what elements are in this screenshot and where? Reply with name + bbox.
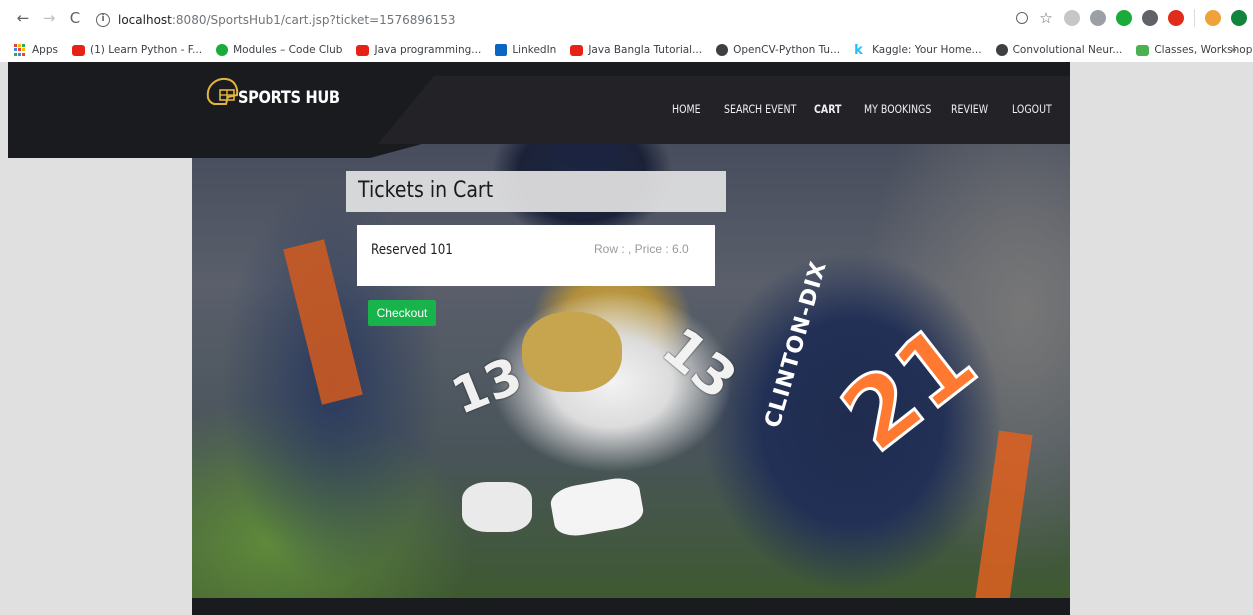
toolbar-divider — [1194, 9, 1195, 27]
bookmark-code-club[interactable]: Modules – Code Club — [216, 44, 342, 56]
extensions-area: ☆ — [1006, 9, 1247, 27]
extension-icon[interactable] — [1168, 10, 1184, 26]
classes-icon — [1136, 44, 1150, 56]
globe-icon — [995, 44, 1008, 56]
site-header: SPORTS HUB HOME SEARCH EVENT CART MY BOO… — [8, 62, 1070, 158]
bookmarks-bar: Apps (1) Learn Python - F... Modules – C… — [0, 38, 1253, 62]
page-title: Tickets in Cart — [358, 178, 494, 203]
linkedin-icon — [495, 44, 508, 56]
bookmark-java-bangla[interactable]: Java Bangla Tutorial... — [570, 44, 702, 56]
bookmark-label: OpenCV-Python Tu... — [733, 44, 841, 56]
bookmark-label: Apps — [32, 44, 58, 56]
youtube-icon — [71, 44, 85, 56]
globe-icon — [716, 44, 729, 56]
extension-icon[interactable] — [1064, 10, 1080, 26]
jersey-number: 21 — [820, 301, 997, 475]
site-info-icon[interactable]: i — [96, 13, 110, 27]
bookmark-java-programming[interactable]: Java programming... — [356, 44, 481, 56]
kaggle-icon: k — [854, 42, 863, 58]
reload-icon[interactable]: C — [66, 9, 84, 27]
bookmark-star-icon[interactable]: ☆ — [1038, 10, 1054, 26]
checkout-button[interactable]: Checkout — [368, 300, 436, 326]
back-arrow-icon[interactable]: ← — [14, 9, 32, 27]
cart-title-box: Tickets in Cart — [346, 171, 726, 212]
apps-grid-icon — [14, 44, 26, 56]
bookmark-label: (1) Learn Python - F... — [89, 44, 203, 56]
jersey-number: 13 — [650, 315, 749, 412]
main-nav: HOME SEARCH EVENT CART MY BOOKINGS REVIE… — [8, 102, 1070, 120]
bookmarks-overflow-button[interactable]: » — [1230, 43, 1237, 56]
browser-toolbar: ← → C i localhost:8080/SportsHub1/cart.j… — [0, 0, 1253, 38]
cart-item: Reserved 101 Row : , Price : 6.0 — [357, 225, 715, 286]
hero-stripe — [283, 239, 363, 405]
ticket-row-price: Row : , Price : 6.0 — [594, 242, 689, 256]
nav-my-bookings[interactable]: MY BOOKINGS — [864, 102, 931, 116]
bookmark-label: Java programming... — [374, 44, 482, 56]
bookmark-label: LinkedIn — [512, 44, 557, 56]
bookmark-kaggle[interactable]: k Kaggle: Your Home... — [854, 42, 982, 58]
address-bar[interactable]: i localhost:8080/SportsHub1/cart.jsp?tic… — [96, 9, 1020, 31]
nav-logout[interactable]: LOGOUT — [1012, 102, 1052, 116]
zoom-icon[interactable] — [1016, 12, 1028, 24]
extension-icon[interactable] — [1142, 10, 1158, 26]
nav-search-event[interactable]: SEARCH EVENT — [724, 102, 796, 116]
bookmark-apps[interactable]: Apps — [14, 44, 58, 56]
extension-icon[interactable] — [1231, 10, 1247, 26]
ticket-name: Reserved 101 — [371, 242, 453, 258]
hero-stripe — [975, 430, 1033, 604]
hero-helmet — [522, 312, 622, 392]
nav-review[interactable]: REVIEW — [951, 102, 988, 116]
footer-strip — [192, 598, 1070, 615]
hero-glove — [548, 474, 646, 540]
bookmark-label: Classes, Workshops... — [1154, 44, 1253, 56]
nav-home[interactable]: HOME — [672, 102, 701, 116]
url-path: :8080/SportsHub1/cart.jsp?ticket=1576896… — [171, 13, 456, 27]
youtube-icon — [570, 44, 584, 56]
extension-icon[interactable] — [1116, 10, 1132, 26]
forward-arrow-icon[interactable]: → — [40, 9, 58, 27]
bookmark-linkedin[interactable]: LinkedIn — [495, 44, 556, 56]
bookmark-label: Java Bangla Tutorial... — [588, 44, 703, 56]
bookmark-learn-python[interactable]: (1) Learn Python - F... — [71, 44, 203, 56]
code-club-icon — [216, 44, 229, 56]
nav-cart[interactable]: CART — [814, 102, 841, 116]
jersey-name: CLINTON-DIX — [760, 258, 832, 431]
hero-glove — [462, 482, 532, 532]
profile-avatar-icon[interactable] — [1205, 10, 1221, 26]
bookmark-label: Modules – Code Club — [233, 44, 343, 56]
bookmark-opencv[interactable]: OpenCV-Python Tu... — [716, 44, 840, 56]
jersey-number: 13 — [443, 346, 530, 426]
bookmark-label: Kaggle: Your Home... — [872, 44, 982, 56]
extension-icon[interactable] — [1090, 10, 1106, 26]
youtube-icon — [356, 44, 370, 56]
page-viewport: 13 13 21 CLINTON-DIX SPORTS HUB HOME SEA… — [8, 62, 1253, 615]
bookmark-convolutional[interactable]: Convolutional Neur... — [995, 44, 1123, 56]
bookmark-label: Convolutional Neur... — [1012, 44, 1123, 56]
url-host: localhost — [118, 13, 172, 27]
